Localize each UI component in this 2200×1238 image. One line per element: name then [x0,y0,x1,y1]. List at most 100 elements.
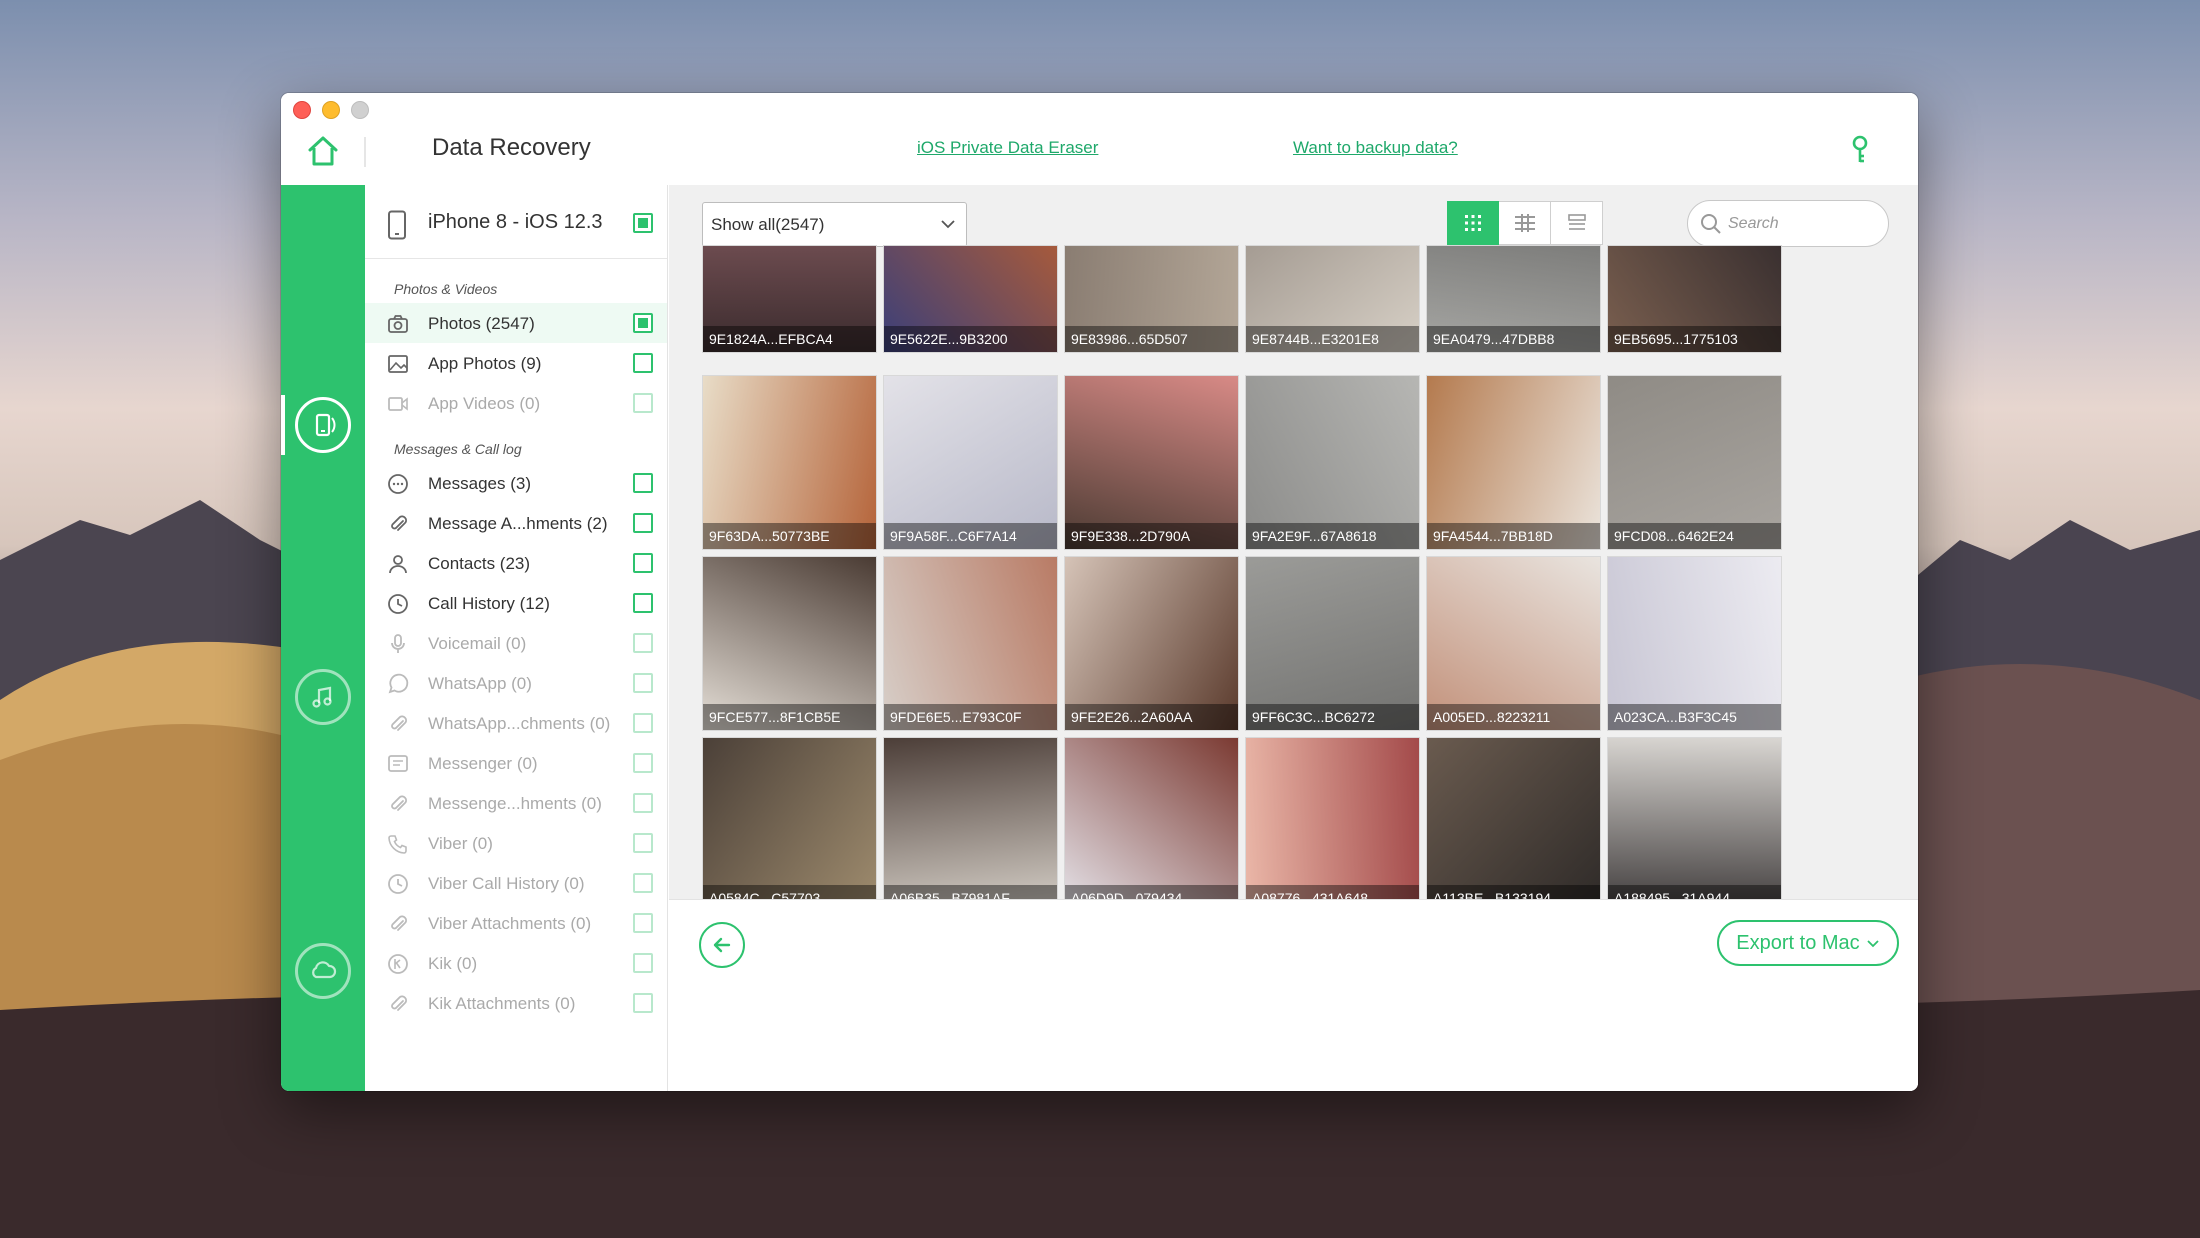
chevron-down-icon [941,220,955,229]
photo-thumbnail[interactable]: A08776...431A648 [1245,737,1420,912]
category-item-messenger[interactable]: Messenger (0) [365,743,667,783]
category-label: Kik Attachments (0) [428,994,576,1013]
category-checkbox[interactable] [633,913,653,933]
photo-filename: 9FA4544...7BB18D [1427,523,1600,549]
recover-from-itunes-button[interactable] [295,669,351,725]
category-checkbox[interactable] [633,313,653,333]
photo-thumbnail[interactable]: 9EA0479...47DBB8 [1426,245,1601,353]
search-input[interactable] [1728,211,1878,237]
photo-thumbnail[interactable]: A06D9D...079434 [1064,737,1239,912]
backup-data-link[interactable]: Want to backup data? [1293,138,1458,158]
recover-from-icloud-button[interactable] [295,943,351,999]
photo-thumbnail[interactable]: A188495...31A944 [1607,737,1782,912]
export-to-mac-button[interactable]: Export to Mac [1717,920,1899,966]
category-item-call-history[interactable]: Call History (12) [365,583,667,623]
category-checkbox[interactable] [633,393,653,413]
device-row[interactable]: iPhone 8 - iOS 12.3 [365,185,667,259]
category-item-app-photos[interactable]: App Photos (9) [365,343,667,383]
recover-from-device-button[interactable] [295,397,351,453]
category-item-kik-attachments[interactable]: Kik Attachments (0) [365,983,667,1023]
category-checkbox[interactable] [633,953,653,973]
music-note-icon [312,686,332,708]
category-item-whatsapp[interactable]: WhatsApp (0) [365,663,667,703]
category-checkbox[interactable] [633,713,653,733]
title-divider [364,137,366,167]
category-item-message-a-hments[interactable]: Message A...hments (2) [365,503,667,543]
category-item-messages[interactable]: Messages (3) [365,463,667,503]
home-button[interactable] [306,135,340,167]
category-item-viber-attachments[interactable]: Viber Attachments (0) [365,903,667,943]
photo-thumbnail[interactable]: 9FDE6E5...E793C0F [883,556,1058,731]
page-title: Data Recovery [432,134,591,161]
title-bar: Data Recovery iOS Private Data Eraser Wa… [281,93,1918,185]
zoom-window-button[interactable] [351,101,369,119]
filter-value: Show all(2547) [711,215,825,234]
phone-recover-icon [315,413,336,437]
photo-thumbnail[interactable]: 9E1824A...EFBCA4 [702,245,877,353]
photo-filename: 9FA2E9F...67A8618 [1246,523,1419,549]
minimize-window-button[interactable] [322,101,340,119]
category-checkbox[interactable] [633,833,653,853]
photo-thumbnail[interactable]: 9F9E338...2D790A [1064,375,1239,550]
category-checkbox[interactable] [633,873,653,893]
category-label: App Videos (0) [428,394,541,413]
photo-filename: 9EA0479...47DBB8 [1427,326,1600,352]
photo-grid: 9E1824A...EFBCA4 9E5622E...9B3200 9E83986.… [702,245,1892,912]
photo-thumbnail[interactable]: A0584C...C57703 [702,737,877,912]
category-checkbox[interactable] [633,473,653,493]
category-checkbox[interactable] [633,793,653,813]
photo-thumbnail[interactable]: 9FA4544...7BB18D [1426,375,1601,550]
category-checkbox[interactable] [633,593,653,613]
category-label: Contacts (23) [428,554,531,573]
paperclip-icon [391,715,407,731]
list-view-button[interactable] [1499,201,1551,245]
ios-private-data-eraser-link[interactable]: iOS Private Data Eraser [917,138,1098,158]
photo-thumbnail[interactable]: 9E83986...65D507 [1064,245,1239,353]
photo-thumbnail[interactable]: 9FCD08...6462E24 [1607,375,1782,550]
photo-thumbnail[interactable]: A023CA...B3F3C45 [1607,556,1782,731]
app-window: Data Recovery iOS Private Data Eraser Wa… [281,93,1918,1091]
category-item-contacts[interactable]: Contacts (23) [365,543,667,583]
close-window-button[interactable] [293,101,311,119]
photo-thumbnail[interactable]: 9F63DA...50773BE [702,375,877,550]
photo-thumbnail[interactable]: 9FCE577...8F1CB5E [702,556,877,731]
category-item-viber[interactable]: Viber (0) [365,823,667,863]
photo-thumbnail[interactable]: 9FA2E9F...67A8618 [1245,375,1420,550]
back-button[interactable] [699,922,745,968]
search-box [1687,200,1889,247]
list-grid-icon [1514,214,1535,232]
category-label: Messenge...hments (0) [428,794,602,813]
filter-dropdown[interactable]: Show all(2547) [702,202,967,247]
category-checkbox[interactable] [633,993,653,1013]
category-item-kik[interactable]: Kik (0) [365,943,667,983]
category-item-app-videos[interactable]: App Videos (0) [365,383,667,423]
photo-thumbnail[interactable]: A113BE...B133194 [1426,737,1601,912]
category-item-photos[interactable]: Photos (2547) [365,303,667,343]
device-checkbox[interactable] [633,213,653,233]
category-checkbox[interactable] [633,553,653,573]
photo-thumbnail[interactable]: 9E8744B...E3201E8 [1245,245,1420,353]
photo-thumbnail[interactable]: 9FF6C3C...BC6272 [1245,556,1420,731]
photo-thumbnail[interactable]: 9EB5695...1775103 [1607,245,1782,353]
category-label: WhatsApp (0) [428,674,532,693]
category-item-viber-call-history[interactable]: Viber Call History (0) [365,863,667,903]
section-heading: Photos & Videos [394,281,498,297]
category-checkbox[interactable] [633,753,653,773]
category-checkbox[interactable] [633,673,653,693]
category-item-messenge-hments[interactable]: Messenge...hments (0) [365,783,667,823]
rail-active-indicator [281,395,285,455]
category-item-whatsapp-chments[interactable]: WhatsApp...chments (0) [365,703,667,743]
footer-bar: Export to Mac [669,899,1918,1091]
photo-thumbnail[interactable]: A06B35...B7981AF [883,737,1058,912]
photo-thumbnail[interactable]: 9E5622E...9B3200 [883,245,1058,353]
category-checkbox[interactable] [633,353,653,373]
category-item-voicemail[interactable]: Voicemail (0) [365,623,667,663]
detail-view-button[interactable] [1551,201,1603,245]
register-key-button[interactable] [1849,135,1871,165]
photo-thumbnail[interactable]: A005ED...8223211 [1426,556,1601,731]
photo-thumbnail[interactable]: 9F9A58F...C6F7A14 [883,375,1058,550]
grid-view-button[interactable] [1447,201,1499,245]
category-checkbox[interactable] [633,633,653,653]
photo-thumbnail[interactable]: 9FE2E26...2A60AA [1064,556,1239,731]
category-checkbox[interactable] [633,513,653,533]
